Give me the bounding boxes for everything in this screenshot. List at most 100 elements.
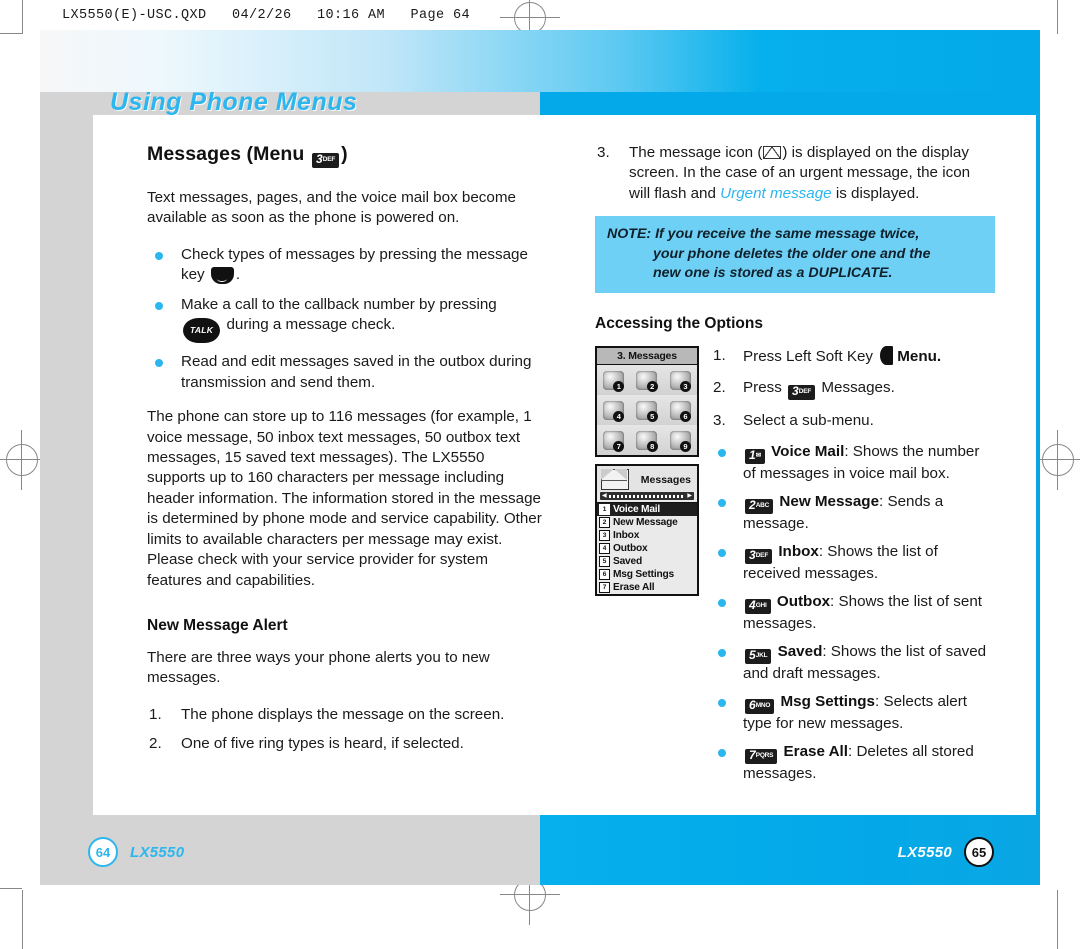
column-left: Messages (Menu 3DEF) Text messages, page… bbox=[147, 115, 542, 767]
model-name-right: LX5550 bbox=[897, 843, 952, 861]
list-item: 3 Inbox bbox=[597, 529, 697, 543]
list-item: 3. The message icon () is displayed on t… bbox=[597, 144, 971, 202]
list-item: 1 Voice Mail bbox=[597, 503, 697, 517]
alert-steps-list: 1. The phone displays the message on the… bbox=[147, 705, 542, 755]
list-item: 6MNO Msg Settings: Selects alert type fo… bbox=[713, 692, 995, 734]
key-3def-icon: 3DEF bbox=[788, 385, 816, 401]
urgent-message-emphasis: Urgent message bbox=[720, 184, 832, 202]
accessing-options-heading: Accessing the Options bbox=[595, 315, 763, 333]
chapter-title-band bbox=[40, 30, 1040, 120]
lcd-messages-submenu: Messages ◀ ▶ 1 Voice Mail 2 New Message 3I… bbox=[595, 464, 699, 597]
note-line-2: your phone deletes the older one and the bbox=[653, 245, 931, 262]
chevron-right-icon: ▶ bbox=[687, 493, 692, 500]
list-item: 6 Msg Settings bbox=[597, 568, 697, 582]
note-line-1: NOTE: If you receive the same message tw… bbox=[607, 226, 920, 243]
list-item: 2 New Message bbox=[597, 516, 697, 530]
lcd-main-menu: 3. Messages 1 2 3 4 5 6 7 8 9 bbox=[595, 346, 699, 458]
section-title-close: ) bbox=[341, 143, 348, 165]
crop-line-right-top bbox=[1057, 0, 1058, 34]
step3-list: 3. The message icon () is displayed on t… bbox=[595, 143, 995, 204]
content-panel: Messages (Menu 3DEF) Text messages, page… bbox=[93, 115, 1036, 815]
footer-right: LX5550 65 bbox=[540, 815, 1040, 885]
key-3def-icon: 3DEF bbox=[745, 549, 773, 565]
messages-bullet-list: Check types of messages by pressing the … bbox=[147, 245, 542, 393]
key-5jkl-icon: 5JKL bbox=[745, 649, 772, 665]
print-header-slug: LX5550(E)-USC.QXD 04/2/26 10:16 AM Page … bbox=[62, 8, 471, 23]
menu-badge: 5 bbox=[646, 411, 658, 423]
key-1-icon: 1✉ bbox=[745, 449, 765, 465]
scroll-dots bbox=[608, 494, 686, 498]
lcd-menu-grid: 1 2 3 4 5 6 7 8 9 bbox=[597, 365, 697, 456]
page-number-left: 64 bbox=[88, 837, 118, 867]
lcd-screenshots: 3. Messages 1 2 3 4 5 6 7 8 9 Messages ◀… bbox=[595, 346, 699, 597]
key-6mno-icon: 6MNO bbox=[745, 699, 775, 715]
lcd-list-rows: 1 Voice Mail 2 New Message 3 Inbox 4 Outbox … bbox=[597, 502, 697, 595]
list-item: 4 Outbox bbox=[597, 542, 697, 556]
footer-left: 64 LX5550 bbox=[40, 815, 540, 885]
options-steps-column: 1. Press Left Soft Key Menu. 2. Press 3D… bbox=[713, 346, 995, 792]
crop-line-top-rule bbox=[0, 33, 22, 34]
list-item: 5JKL Saved: Shows the list of saved and … bbox=[713, 642, 995, 684]
list-item: 2ABC New Message: Sends a message. bbox=[713, 492, 995, 534]
options-layout: 3. Messages 1 2 3 4 5 6 7 8 9 Messages ◀… bbox=[595, 346, 995, 792]
list-item: Make a call to the callback number by pr… bbox=[147, 295, 542, 344]
menu-badge: 3 bbox=[679, 381, 691, 393]
menu-cell: 1 bbox=[597, 365, 631, 396]
menu-badge: 9 bbox=[679, 441, 691, 453]
menu-badge: 1 bbox=[613, 381, 625, 393]
crop-line-left-bottom bbox=[22, 890, 23, 949]
menu-cell: 7 bbox=[597, 425, 631, 456]
list-item: 1. The phone displays the message on the… bbox=[149, 705, 505, 723]
section-title-text: Messages (Menu bbox=[147, 143, 310, 165]
menu-badge: 2 bbox=[646, 381, 658, 393]
column-right: 3. The message icon () is displayed on t… bbox=[595, 115, 995, 792]
crop-line-bottom-rule bbox=[0, 888, 22, 889]
menu-badge: 6 bbox=[679, 411, 691, 423]
list-item: Check types of messages by pressing the … bbox=[147, 245, 542, 286]
alert-intro: There are three ways your phone alerts y… bbox=[147, 648, 490, 687]
list-item: 2. Press 3DEF Messages. bbox=[713, 379, 895, 401]
list-item: 3. Select a sub-menu. bbox=[713, 412, 874, 430]
lcd-scroll-indicator: ◀ ▶ bbox=[600, 492, 694, 501]
section-title: Messages (Menu 3DEF) bbox=[147, 143, 542, 168]
menu-badge: 7 bbox=[613, 441, 625, 453]
key-4ghi-icon: 4GHI bbox=[745, 599, 771, 615]
left-soft-key-icon bbox=[880, 346, 894, 366]
menu-cell: 2 bbox=[630, 365, 664, 396]
crop-line-right-bottom bbox=[1057, 890, 1058, 949]
list-item: 3DEF Inbox: Shows the list of received m… bbox=[713, 542, 995, 584]
list-item: 1✉ Voice Mail: Shows the number of messa… bbox=[713, 442, 995, 484]
chapter-title: Using Phone Menus bbox=[110, 88, 358, 116]
menu-cell: 5 bbox=[630, 395, 664, 426]
intro-paragraph: Text messages, pages, and the voice mail… bbox=[147, 189, 516, 227]
menu-badge: 4 bbox=[613, 411, 625, 423]
note-line-3: new one is stored as a DUPLICATE. bbox=[653, 265, 893, 282]
access-steps-list: 1. Press Left Soft Key Menu. 2. Press 3D… bbox=[713, 346, 995, 431]
lcd-list-title: Messages bbox=[640, 473, 691, 486]
chevron-left-icon: ◀ bbox=[602, 493, 607, 500]
list-item: Read and edit messages saved in the outb… bbox=[147, 352, 542, 393]
lcd-list-header: Messages bbox=[597, 466, 697, 492]
envelope-icon bbox=[601, 469, 629, 491]
page-number-right: 65 bbox=[964, 837, 994, 867]
menu-cell: 3 bbox=[663, 365, 697, 396]
manual-spread: Using Phone Menus Messages (Menu 3DEF) T… bbox=[40, 30, 1040, 885]
capacity-paragraph: The phone can store up to 116 messages (… bbox=[147, 408, 542, 589]
key-2abc-icon: 2ABC bbox=[745, 499, 774, 515]
talk-key-icon: TALK bbox=[183, 318, 221, 344]
list-item: 1. Press Left Soft Key Menu. bbox=[713, 346, 942, 366]
menu-cell: 9 bbox=[663, 425, 697, 456]
crop-line-left bbox=[22, 0, 23, 34]
list-item: 7 Erase All bbox=[597, 581, 697, 595]
note-box: NOTE: If you receive the same message tw… bbox=[595, 216, 995, 294]
model-name-left: LX5550 bbox=[130, 843, 185, 861]
menu-badge: 8 bbox=[646, 441, 658, 453]
envelope-icon bbox=[763, 146, 782, 159]
new-message-alert-heading: New Message Alert bbox=[147, 616, 288, 634]
message-key-icon bbox=[210, 267, 234, 285]
lcd-menu-title: 3. Messages bbox=[597, 348, 697, 366]
key-3def-icon: 3DEF bbox=[311, 153, 340, 168]
list-item: 4GHI Outbox: Shows the list of sent mess… bbox=[713, 592, 995, 634]
menu-cell: 6 bbox=[663, 395, 697, 426]
key-7pqrs-icon: 7PQRS bbox=[745, 749, 778, 765]
